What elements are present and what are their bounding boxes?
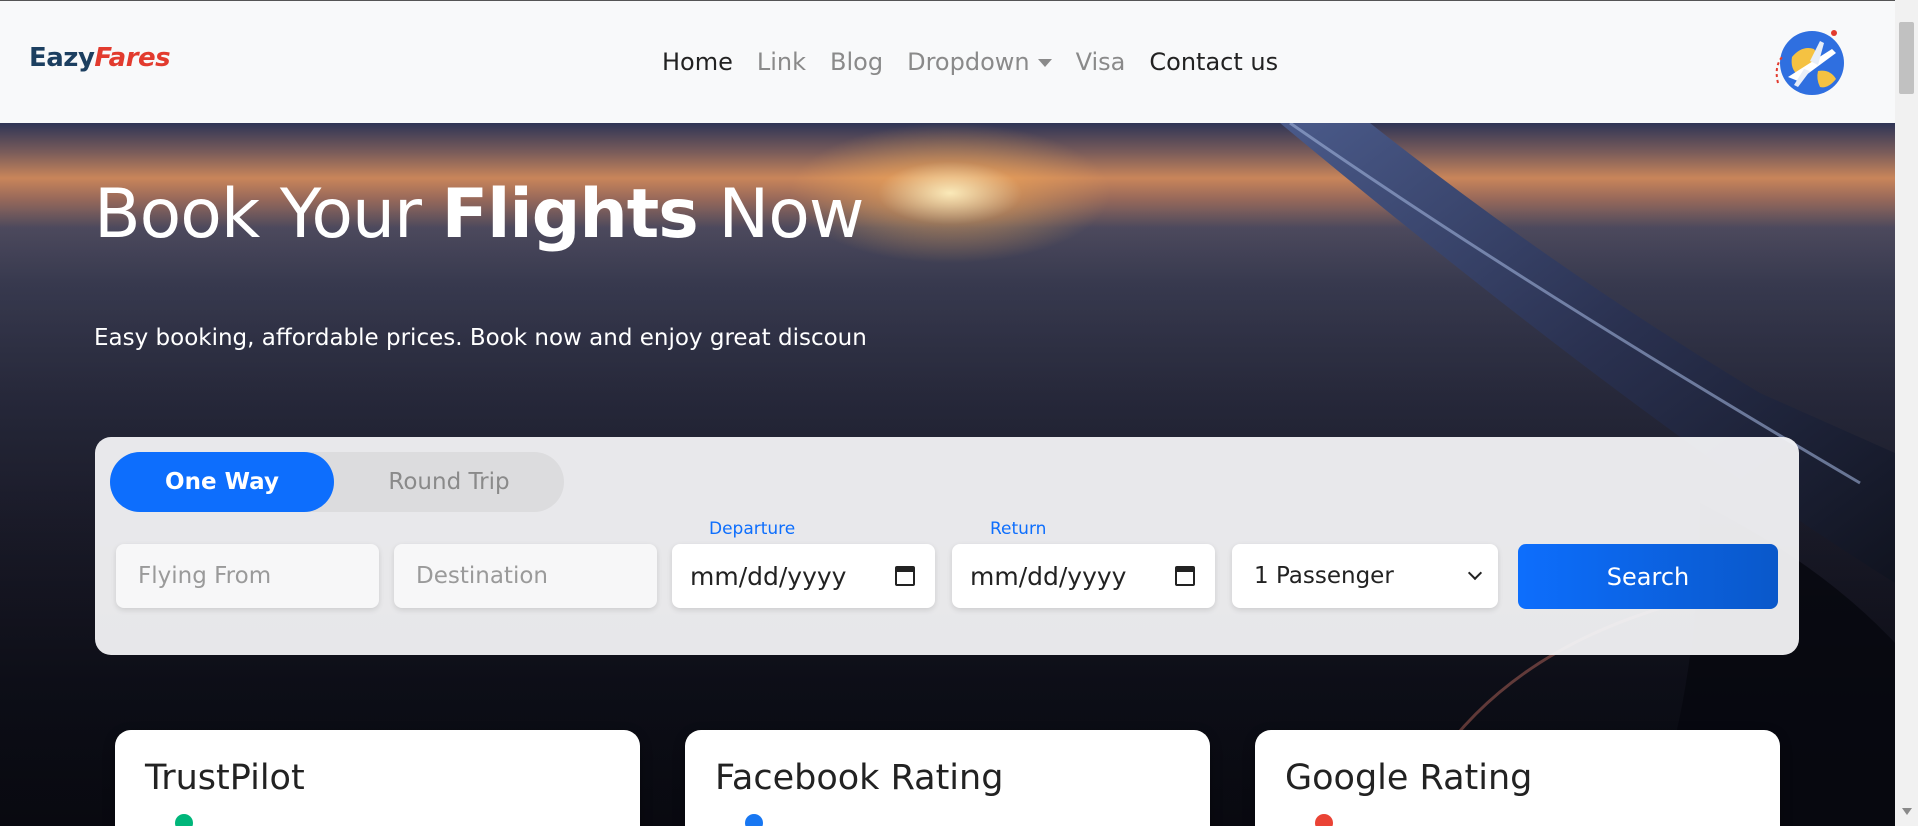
- google-icon: [1315, 814, 1333, 826]
- rating-card-title: Facebook Rating: [715, 758, 1004, 798]
- nav-link-blog[interactable]: Blog: [830, 48, 883, 76]
- nav-dropdown-label: Dropdown: [907, 48, 1030, 76]
- logo-text-part1: Eazy: [29, 43, 95, 73]
- passenger-select-value: 1 Passenger: [1254, 563, 1394, 589]
- departure-date-value: mm/dd/yyyy: [690, 561, 847, 591]
- page-scrollbar[interactable]: [1895, 0, 1918, 826]
- trip-type-toggle: One Way Round Trip: [110, 452, 564, 512]
- hero-title-bold: Flights: [441, 175, 699, 254]
- nav-link-visa[interactable]: Visa: [1076, 48, 1126, 76]
- hero-title: Book Your Flights Now: [94, 175, 864, 254]
- flying-from-input[interactable]: Flying From: [116, 544, 379, 608]
- calendar-icon[interactable]: [895, 566, 915, 586]
- rating-card-trustpilot: TrustPilot: [115, 730, 640, 826]
- passenger-select[interactable]: 1 Passenger: [1232, 544, 1498, 608]
- globe-airplane-icon[interactable]: [1774, 27, 1846, 99]
- nav-menu: Home Link Blog Dropdown Visa Contact us: [662, 48, 1302, 76]
- facebook-icon: [745, 814, 763, 826]
- search-button[interactable]: Search: [1518, 544, 1778, 609]
- nav-link-home[interactable]: Home: [662, 48, 733, 76]
- rating-card-facebook: Facebook Rating: [685, 730, 1210, 826]
- departure-date-input[interactable]: mm/dd/yyyy: [672, 544, 935, 608]
- brand-logo[interactable]: EazyFares: [29, 43, 171, 73]
- return-label: Return: [990, 519, 1047, 539]
- navbar: EazyFares Home Link Blog Dropdown Visa C…: [0, 0, 1895, 123]
- hero-title-part1: Book Your: [94, 175, 442, 254]
- nav-dropdown[interactable]: Dropdown: [907, 48, 1052, 76]
- caret-down-icon: [1037, 59, 1052, 67]
- scrollbar-thumb[interactable]: [1899, 22, 1914, 94]
- chevron-down-icon: [1467, 565, 1483, 581]
- rating-card-title: Google Rating: [1285, 758, 1533, 798]
- rating-card-google: Google Rating: [1255, 730, 1780, 826]
- flight-search-panel: One Way Round Trip Flying From Destinati…: [95, 437, 1799, 655]
- trustpilot-star-icon: [175, 814, 193, 826]
- return-date-input[interactable]: mm/dd/yyyy: [952, 544, 1215, 608]
- hero-subtitle: Easy booking, affordable prices. Book no…: [94, 325, 867, 351]
- logo-text-part2: Fares: [94, 43, 171, 73]
- scroll-down-arrow-icon[interactable]: [1902, 808, 1912, 815]
- destination-input[interactable]: Destination: [394, 544, 657, 608]
- nav-link-contact[interactable]: Contact us: [1149, 48, 1278, 76]
- round-trip-button[interactable]: Round Trip: [334, 452, 564, 512]
- calendar-icon[interactable]: [1175, 566, 1195, 586]
- departure-label: Departure: [709, 519, 796, 539]
- one-way-button[interactable]: One Way: [110, 452, 334, 512]
- rating-card-title: TrustPilot: [145, 758, 305, 798]
- hero-section: Book Your Flights Now Easy booking, affo…: [0, 123, 1895, 826]
- hero-title-part2: Now: [697, 175, 864, 254]
- nav-link-link[interactable]: Link: [757, 48, 806, 76]
- return-date-value: mm/dd/yyyy: [970, 561, 1127, 591]
